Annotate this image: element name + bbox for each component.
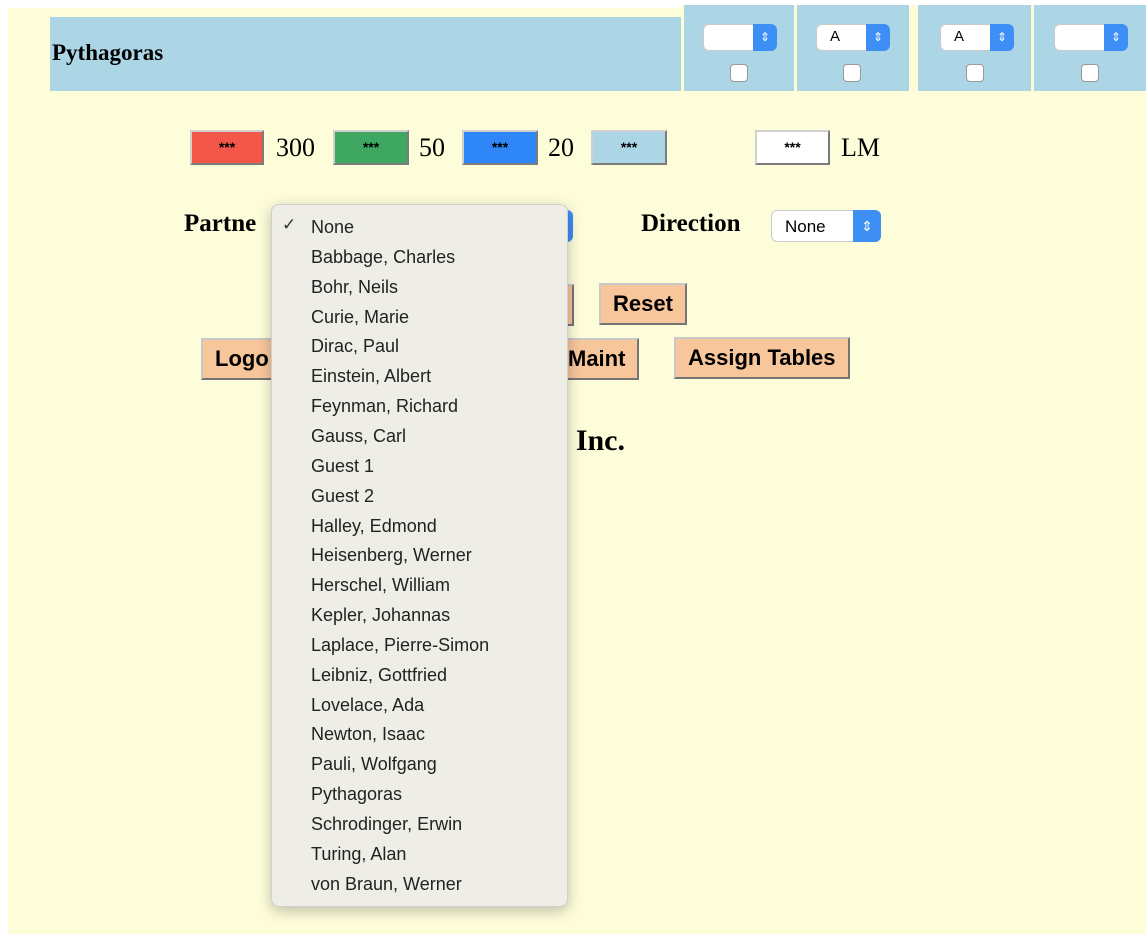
partner-option[interactable]: Kepler, Johannas <box>311 600 450 630</box>
partner-option[interactable]: None <box>311 212 354 242</box>
column-checkbox-4[interactable] <box>1081 64 1099 82</box>
partner-option[interactable]: Einstein, Albert <box>311 361 431 391</box>
red-count-value: 300 <box>276 133 315 162</box>
column-select-2[interactable]: A ⇕ <box>816 24 890 51</box>
select-arrows-icon: ⇕ <box>1104 24 1128 51</box>
partner-option[interactable]: Babbage, Charles <box>311 242 455 272</box>
direction-label: Direction <box>641 210 741 237</box>
select-arrows-icon: ⇕ <box>866 24 890 51</box>
column-checkbox-3[interactable] <box>966 64 984 82</box>
partner-option[interactable]: Guest 1 <box>311 451 374 481</box>
column-separator <box>909 5 918 91</box>
partner-option[interactable]: Leibniz, Gottfried <box>311 660 447 690</box>
partner-option[interactable]: Guest 2 <box>311 481 374 511</box>
checkmark-icon: ✓ <box>282 215 297 234</box>
partner-dropdown-menu: ✓ None Babbage, Charles Bohr, Neils Curie, … <box>271 204 568 907</box>
direction-select-value: None <box>785 217 826 236</box>
partner-label: Partne <box>184 210 257 237</box>
column-header-tab <box>1034 5 1146 17</box>
partner-option[interactable]: Heisenberg, Werner <box>311 540 472 570</box>
partner-option[interactable]: Herschel, William <box>311 570 450 600</box>
partner-option[interactable]: Bohr, Neils <box>311 272 398 302</box>
column-checkbox-2[interactable] <box>843 64 861 82</box>
column-header-tab <box>797 5 909 17</box>
column-checkbox-1[interactable] <box>730 64 748 82</box>
partner-option[interactable]: Newton, Isaac <box>311 719 425 749</box>
partner-option[interactable]: Laplace, Pierre-Simon <box>311 630 489 660</box>
column-select-3[interactable]: A ⇕ <box>940 24 1014 51</box>
column-separator <box>1031 5 1034 91</box>
partner-option[interactable]: Feynman, Richard <box>311 391 458 421</box>
column-select-value: A <box>954 28 965 45</box>
direction-select[interactable]: None ⇕ <box>771 210 881 242</box>
blue-count-button[interactable]: *** <box>462 130 538 165</box>
lightblue-count-button[interactable]: *** <box>591 130 667 165</box>
red-count-button[interactable]: *** <box>190 130 264 165</box>
column-separator <box>681 5 684 91</box>
logout-button[interactable]: Logo <box>201 338 281 380</box>
select-arrows-icon: ⇕ <box>753 24 777 51</box>
partner-option[interactable]: Turing, Alan <box>311 839 406 869</box>
lm-button[interactable]: *** <box>755 130 830 165</box>
partner-option[interactable]: Pythagoras <box>311 779 402 809</box>
blue-count-value: 20 <box>548 133 574 162</box>
column-select-1[interactable]: ⇕ <box>703 24 777 51</box>
partner-option[interactable]: Curie, Marie <box>311 302 409 332</box>
partner-option[interactable]: Dirac, Paul <box>311 331 399 361</box>
column-select-value: A <box>830 28 841 45</box>
column-header-tab <box>918 5 1031 17</box>
partner-option[interactable]: Schrodinger, Erwin <box>311 809 462 839</box>
select-arrows-icon: ⇕ <box>990 24 1014 51</box>
green-count-value: 50 <box>419 133 445 162</box>
column-separator <box>794 5 797 91</box>
lm-label: LM <box>841 133 880 162</box>
green-count-button[interactable]: *** <box>333 130 409 165</box>
partner-option[interactable]: Lovelace, Ada <box>311 690 424 720</box>
partner-option[interactable]: Gauss, Carl <box>311 421 406 451</box>
select-arrows-icon: ⇕ <box>853 210 881 242</box>
partner-option[interactable]: von Braun, Werner <box>311 869 462 899</box>
reset-button[interactable]: Reset <box>599 283 687 325</box>
column-header-tab <box>684 5 794 17</box>
assign-tables-button[interactable]: Assign Tables <box>674 337 850 379</box>
player-name: Pythagoras <box>52 40 164 65</box>
partner-option[interactable]: Pauli, Wolfgang <box>311 749 437 779</box>
column-select-4[interactable]: ⇕ <box>1054 24 1128 51</box>
page-background <box>8 8 1146 934</box>
partner-option[interactable]: Halley, Edmond <box>311 511 437 541</box>
